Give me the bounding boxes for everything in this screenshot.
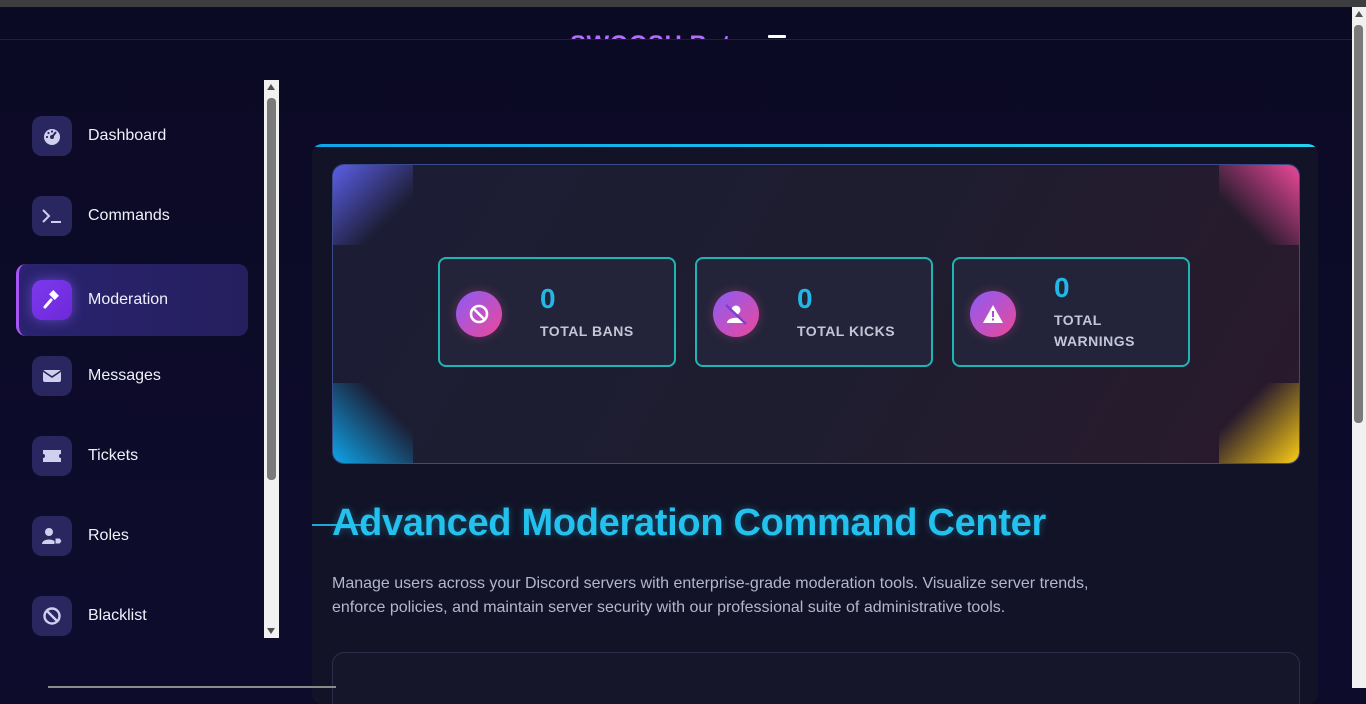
sidebar-item-label: Moderation: [88, 291, 169, 308]
sidebar-scrollbar[interactable]: [264, 80, 279, 638]
corner-decoration: [333, 165, 413, 245]
ticket-icon: [32, 436, 72, 476]
stat-value: 0: [1054, 272, 1070, 303]
envelope-icon: [32, 356, 72, 396]
sidebar-item-label: Blacklist: [88, 607, 147, 624]
sidebar-item-label: Roles: [88, 527, 129, 544]
brand-logo-text[interactable]: SWOOSH Bot: [570, 31, 731, 39]
stat-card-kicks: 0 TOTAL KICKS: [695, 257, 933, 367]
sidebar-item-label: Dashboard: [88, 127, 167, 144]
ban-icon: [32, 596, 72, 636]
stat-card-bans: 0 TOTAL BANS: [438, 257, 676, 367]
sidebar-item-blacklist[interactable]: Blacklist: [16, 580, 248, 638]
stat-value: 0: [540, 283, 556, 314]
scrollbar-thumb[interactable]: [1354, 25, 1363, 423]
panel-accent-line: [312, 144, 1318, 147]
sidebar-item-commands[interactable]: Commands: [16, 180, 248, 252]
corner-decoration: [1219, 165, 1299, 245]
sidebar-item-label: Messages: [88, 367, 161, 384]
sidebar-item-label: Tickets: [88, 447, 139, 464]
content-card: [332, 652, 1300, 704]
sidebar-item-label: Commands: [88, 207, 170, 224]
sidebar-item-messages[interactable]: Messages: [16, 340, 248, 412]
corner-decoration: [333, 383, 413, 463]
stat-value: 0: [797, 283, 813, 314]
moderation-panel: 0 TOTAL BANS 0 TOTAL KICKS 0 TOTAL WARNI…: [312, 144, 1318, 704]
dashboard-icon: [32, 116, 72, 156]
sidebar-item-tickets[interactable]: Tickets: [16, 420, 248, 492]
sidebar-item-dashboard[interactable]: Dashboard: [16, 100, 248, 172]
stat-label: TOTAL WARNINGS: [1054, 312, 1135, 349]
scroll-up-arrow-icon[interactable]: [1355, 11, 1363, 17]
warning-icon: [970, 291, 1016, 337]
stat-card-warnings: 0 TOTAL WARNINGS: [952, 257, 1190, 367]
sidebar: Dashboard Commands Moderation Messages T…: [0, 80, 264, 638]
menu-toggle-icon[interactable]: [768, 35, 786, 39]
user-slash-icon: [713, 291, 759, 337]
scroll-up-arrow-icon[interactable]: [267, 84, 275, 90]
scroll-down-arrow-icon[interactable]: [267, 628, 275, 634]
top-header: SWOOSH Bot: [0, 7, 1352, 40]
sidebar-item-moderation[interactable]: Moderation: [16, 264, 248, 336]
page-title: Advanced Moderation Command Center: [332, 502, 1047, 544]
page-description: Manage users across your Discord servers…: [332, 575, 1089, 616]
stat-label: TOTAL KICKS: [797, 323, 896, 339]
gavel-icon: [32, 280, 72, 320]
browser-top-strip: [0, 0, 1366, 7]
sidebar-item-roles[interactable]: Roles: [16, 500, 248, 572]
stat-label: TOTAL BANS: [540, 323, 634, 339]
corner-decoration: [1219, 383, 1299, 463]
user-tag-icon: [32, 516, 72, 556]
scrollbar-thumb[interactable]: [267, 98, 276, 480]
ban-icon: [456, 291, 502, 337]
page-scrollbar[interactable]: [1352, 7, 1366, 688]
stats-panel: 0 TOTAL BANS 0 TOTAL KICKS 0 TOTAL WARNI…: [332, 164, 1300, 464]
terminal-icon: [32, 196, 72, 236]
